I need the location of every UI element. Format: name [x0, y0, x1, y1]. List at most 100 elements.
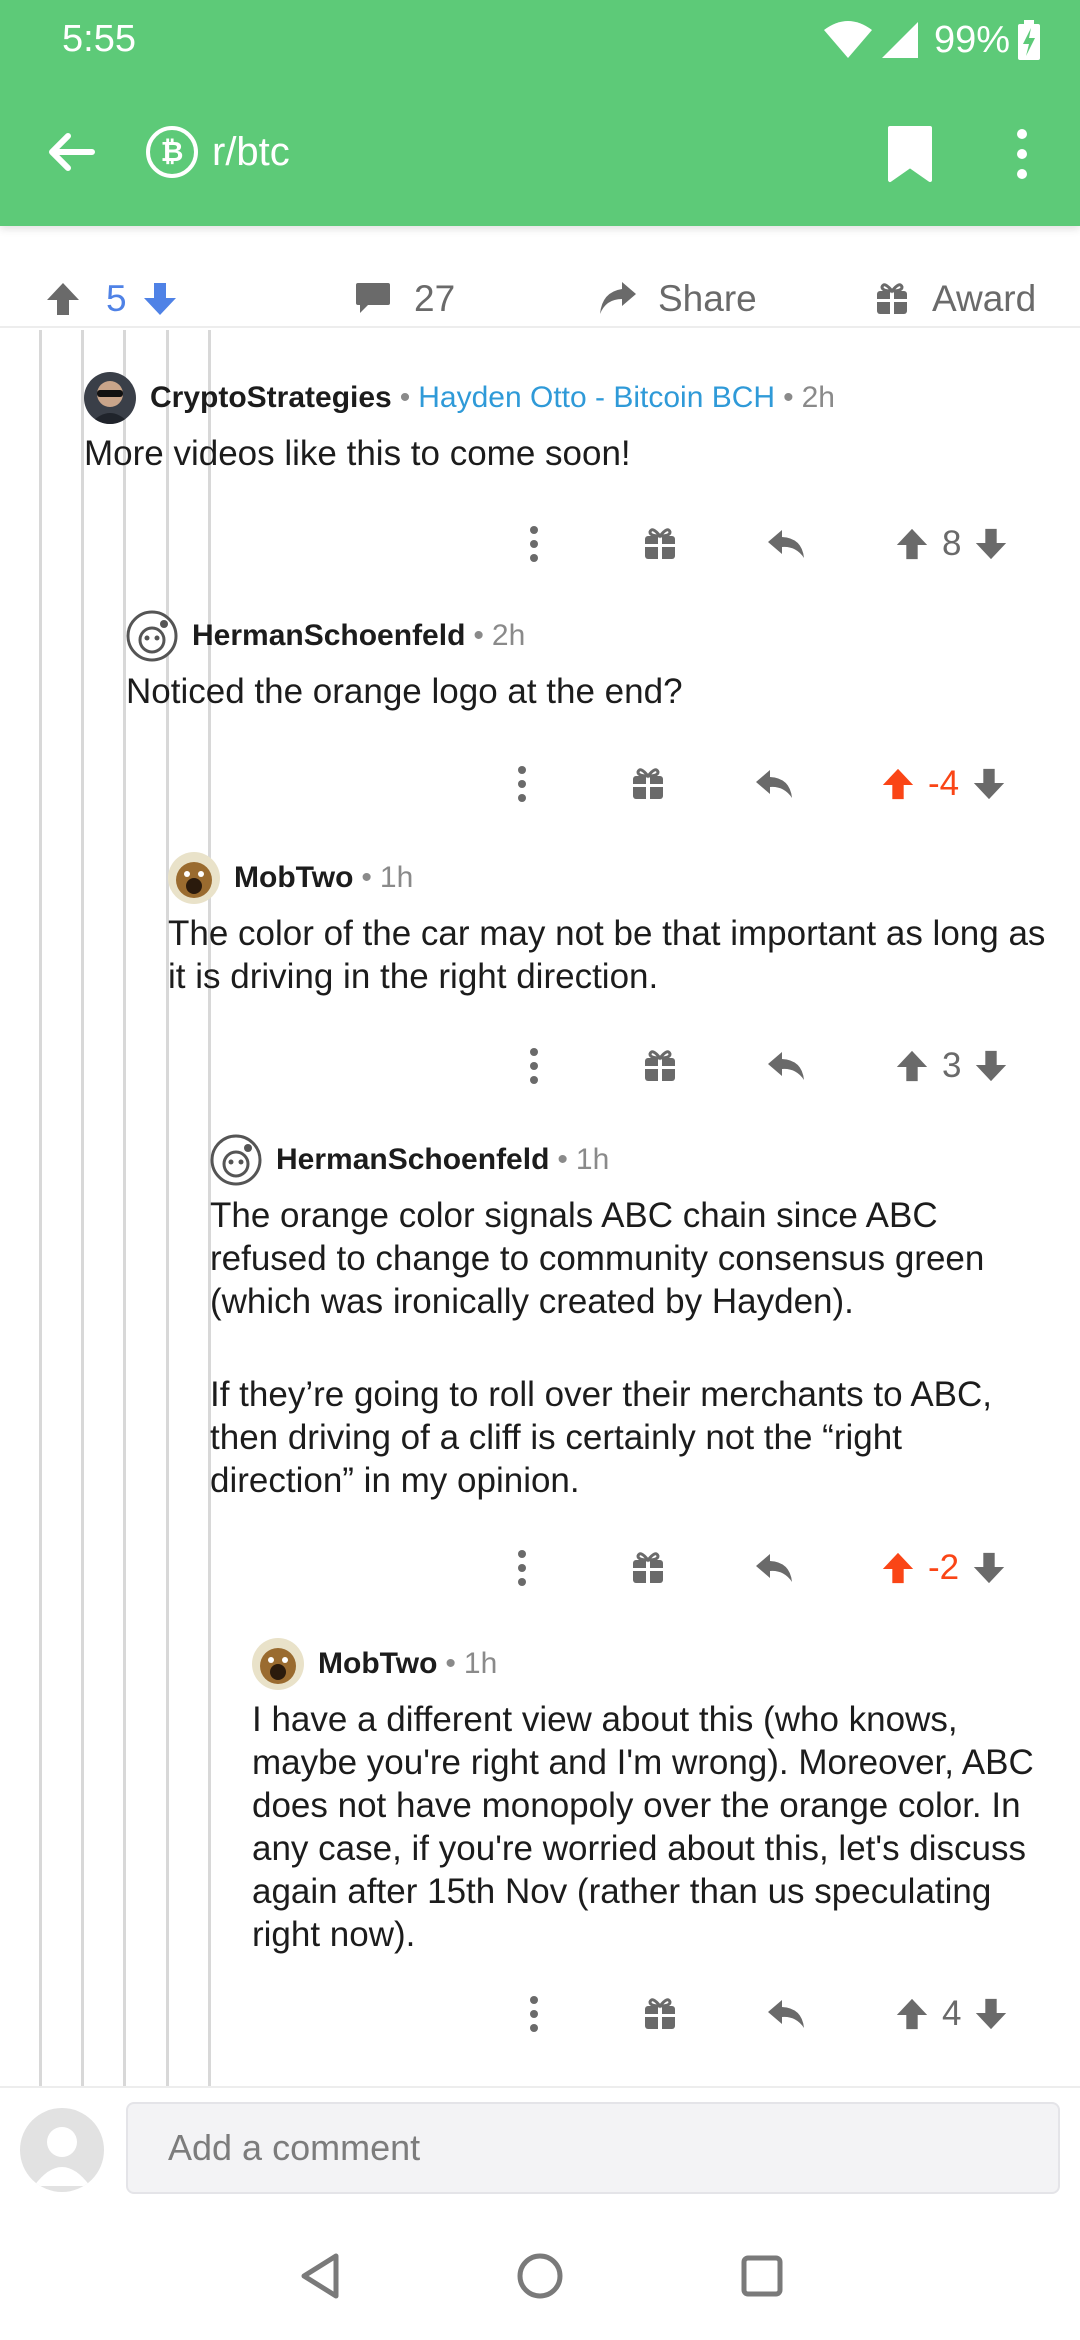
nav-back-button[interactable] [292, 2248, 348, 2304]
comment-award-button[interactable] [642, 1038, 678, 1094]
downvote-icon[interactable] [973, 1996, 1009, 2032]
comment-score: 8 [942, 524, 962, 563]
more-vertical-icon [530, 526, 538, 562]
comment-score: 3 [942, 1046, 962, 1085]
comment-award-button[interactable] [630, 1540, 666, 1596]
add-comment-input[interactable]: Add a comment [126, 2102, 1060, 2194]
comment-body: The color of the car may not be that imp… [168, 912, 1058, 998]
comment-body: More videos like this to come soon! [84, 432, 1054, 475]
avatar[interactable] [252, 1638, 304, 1690]
upvote-icon[interactable] [880, 1550, 916, 1586]
status-bar: 5:55 99% [0, 0, 1080, 80]
comment-more-button[interactable] [508, 1540, 536, 1596]
nav-home-icon [517, 2253, 563, 2299]
battery-percent: 99% [933, 18, 1010, 61]
gift-icon [645, 528, 675, 559]
share-label: Share [658, 278, 757, 319]
comment-body: Noticed the orange logo at the end? [126, 670, 1054, 713]
comment-author[interactable]: MobTwo [234, 861, 353, 895]
comment-award-button[interactable] [642, 516, 678, 572]
comment-award-button[interactable] [630, 756, 666, 812]
comment-more-button[interactable] [520, 1986, 548, 2042]
bitcoin-icon: ₿ [146, 126, 198, 178]
upvote-icon[interactable] [880, 766, 916, 802]
comments-button[interactable]: 27 [354, 270, 455, 328]
upvote-icon[interactable] [894, 526, 930, 562]
comment-actions: 3 [0, 1038, 1080, 1094]
reply-button[interactable] [766, 1986, 806, 2042]
upvote-icon[interactable] [44, 280, 82, 318]
comment-age: 2h [801, 381, 835, 414]
share-button[interactable]: Share [596, 270, 757, 328]
nav-back-icon [301, 2253, 339, 2299]
comment-more-button[interactable] [520, 1038, 548, 1094]
comment-count: 27 [414, 278, 456, 319]
comment-more-button[interactable] [520, 516, 548, 572]
comment-actions: -2 [0, 1540, 1080, 1596]
back-button[interactable] [40, 120, 104, 184]
comment-text: Noticed the orange logo at the end? [126, 672, 683, 711]
gift-icon [645, 1050, 675, 1081]
save-post-button[interactable] [884, 122, 936, 186]
comment-body: I have a different view about this (who … [252, 1698, 1058, 1956]
comment-header: HermanSchoenfeld • 2h [126, 610, 525, 662]
gift-icon [633, 768, 663, 799]
thread-line[interactable] [81, 330, 84, 2086]
reply-button[interactable] [754, 756, 794, 812]
app-header: 5:55 99% ₿ r/btc [0, 0, 1080, 226]
thread-line[interactable] [166, 330, 169, 2086]
thread-line[interactable] [39, 330, 42, 2086]
comment-score: 4 [942, 1994, 962, 2033]
comment-vote-group: 3 [894, 1038, 1009, 1094]
user-avatar[interactable] [20, 2108, 104, 2192]
avatar[interactable] [210, 1134, 262, 1186]
downvote-icon[interactable] [973, 1048, 1009, 1084]
comment-actions: 8 [0, 516, 1080, 572]
gift-icon [645, 1998, 675, 2029]
subreddit-name[interactable]: r/btc [212, 126, 290, 178]
comment-author[interactable]: CryptoStrategies [150, 381, 392, 415]
comment-text: If they’re going to roll over their merc… [210, 1375, 993, 1500]
reply-icon [756, 1554, 792, 1582]
reply-button[interactable] [766, 1038, 806, 1094]
comment-vote-group: -4 [880, 756, 1007, 812]
post-score: 5 [106, 278, 127, 319]
comment-more-button[interactable] [508, 756, 536, 812]
avatar[interactable] [126, 610, 178, 662]
comment-vote-group: -2 [880, 1540, 1007, 1596]
comment-header: MobTwo • 1h [252, 1638, 497, 1690]
nav-home-button[interactable] [512, 2248, 568, 2304]
downvote-icon[interactable] [973, 526, 1009, 562]
status-time: 5:55 [62, 18, 136, 60]
separator-dot: • [361, 861, 372, 894]
post-vote-group: 5 [44, 270, 179, 328]
downvote-icon[interactable] [971, 766, 1007, 802]
comment-header: CryptoStrategies • Hayden Otto - Bitcoin… [84, 372, 835, 424]
avatar[interactable] [168, 852, 220, 904]
cell-signal-icon [881, 22, 918, 58]
reply-icon [768, 2000, 804, 2028]
upvote-icon[interactable] [894, 1048, 930, 1084]
back-arrow-icon [49, 133, 95, 171]
nav-recents-button[interactable] [734, 2248, 790, 2304]
reply-button[interactable] [766, 516, 806, 572]
avatar[interactable] [84, 372, 136, 424]
comment-author[interactable]: HermanSchoenfeld [276, 1143, 549, 1177]
comment-score: -4 [928, 764, 960, 803]
comment-score: -2 [928, 1548, 960, 1587]
bookmark-icon [888, 126, 932, 182]
downvote-icon[interactable] [141, 280, 179, 318]
upvote-icon[interactable] [894, 1996, 930, 2032]
downvote-icon[interactable] [971, 1550, 1007, 1586]
thread-line[interactable] [123, 330, 126, 2086]
comment-author[interactable]: HermanSchoenfeld [192, 619, 465, 653]
comment-age: 1h [379, 861, 414, 894]
comment-author[interactable]: MobTwo [318, 1647, 437, 1681]
reply-button[interactable] [754, 1540, 794, 1596]
award-button[interactable]: Award [874, 270, 1036, 328]
more-vertical-icon [518, 766, 526, 802]
nav-recents-icon [741, 2255, 783, 2297]
user-flair: Hayden Otto - Bitcoin BCH [418, 381, 776, 414]
comment-award-button[interactable] [642, 1986, 678, 2042]
more-options-button[interactable] [1004, 124, 1040, 184]
